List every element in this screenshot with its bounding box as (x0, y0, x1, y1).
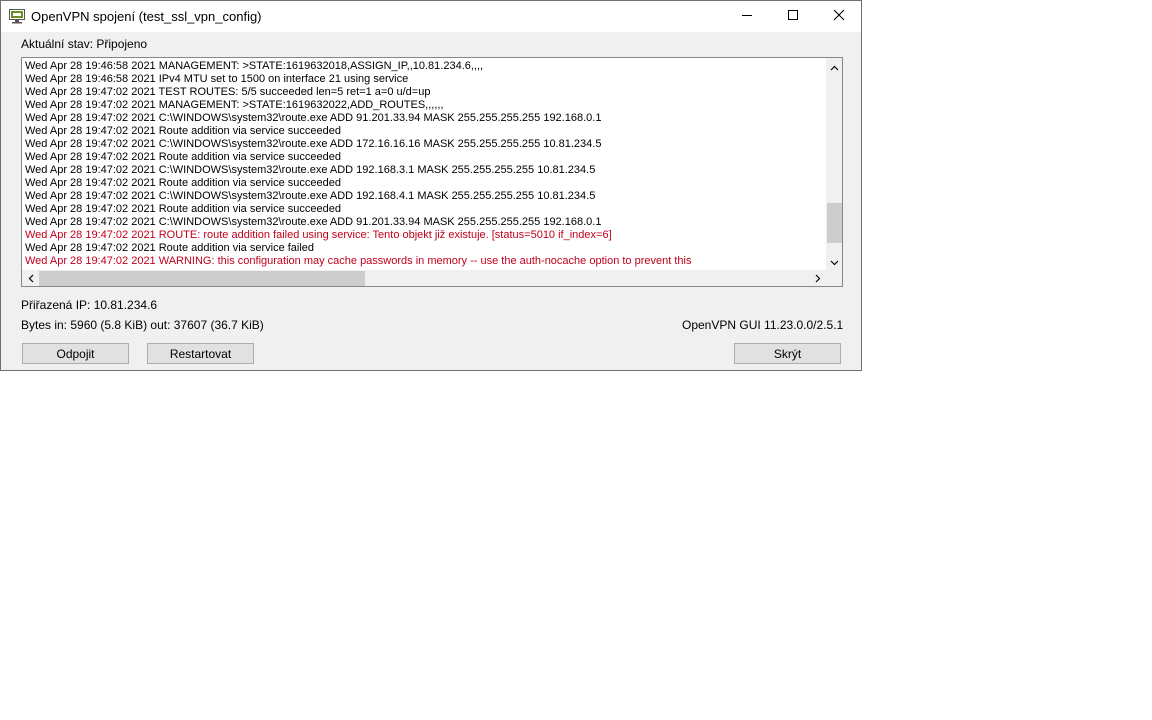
log-line: Wed Apr 28 19:46:58 2021 IPv4 MTU set to… (25, 73, 409, 85)
log-line: Wed Apr 28 19:47:02 2021 WARNING: this c… (25, 255, 692, 267)
maximize-button[interactable] (770, 1, 816, 32)
scroll-left-button[interactable] (22, 270, 39, 287)
openvpn-monitor-icon[interactable] (9, 9, 25, 24)
chevron-down-icon (830, 253, 839, 271)
log-line: Wed Apr 28 19:47:02 2021 Route addition … (25, 177, 341, 189)
disconnect-button[interactable]: Odpojit (22, 343, 129, 364)
title-bar[interactable]: OpenVPN spojení (test_ssl_vpn_config) (1, 1, 861, 32)
log-line: Wed Apr 28 19:47:02 2021 ROUTE: route ad… (25, 229, 612, 241)
maximize-icon (787, 8, 799, 26)
horizontal-scroll-thumb[interactable] (39, 271, 365, 286)
vertical-scrollbar[interactable] (826, 58, 842, 271)
log-line: Wed Apr 28 19:47:02 2021 TEST ROUTES: 5/… (25, 86, 431, 98)
assigned-ip: Přiřazená IP: 10.81.234.6 (21, 298, 158, 312)
log-line: Wed Apr 28 19:47:02 2021 C:\WINDOWS\syst… (25, 138, 602, 150)
hide-button[interactable]: Skrýt (734, 343, 841, 364)
scroll-right-button[interactable] (809, 270, 826, 287)
gui-version: OpenVPN GUI 11.23.0.0/2.5.1 (682, 318, 844, 332)
scroll-down-button[interactable] (826, 253, 842, 271)
log-line: Wed Apr 28 19:47:02 2021 MANAGEMENT: >ST… (25, 99, 444, 111)
minimize-button[interactable] (724, 1, 770, 32)
close-icon (833, 8, 845, 26)
vertical-scroll-thumb[interactable] (827, 203, 842, 243)
log-line: Wed Apr 28 19:47:02 2021 Route addition … (25, 125, 341, 137)
chevron-left-icon (28, 270, 34, 287)
scrollbar-corner (826, 270, 842, 286)
bytes-counter: Bytes in: 5960 (5.8 KiB) out: 37607 (36.… (21, 318, 264, 332)
log-lines: Wed Apr 28 19:46:58 2021 MANAGEMENT: >ST… (25, 60, 825, 268)
minimize-icon (741, 8, 753, 26)
close-button[interactable] (816, 1, 862, 32)
scroll-up-button[interactable] (826, 58, 842, 76)
chevron-up-icon (830, 58, 839, 76)
restart-button[interactable]: Restartovat (147, 343, 254, 364)
connection-status: Aktuální stav: Připojeno (21, 37, 148, 51)
log-line: Wed Apr 28 19:46:58 2021 MANAGEMENT: >ST… (25, 60, 484, 72)
log-line: Wed Apr 28 19:47:02 2021 Route addition … (25, 203, 341, 215)
chevron-right-icon (815, 270, 821, 287)
openvpn-connection-window: OpenVPN spojení (test_ssl_vpn_config) Ak… (0, 0, 862, 371)
log-line: Wed Apr 28 19:47:02 2021 C:\WINDOWS\syst… (25, 190, 596, 202)
horizontal-scrollbar[interactable] (22, 270, 826, 287)
window-title: OpenVPN spojení (test_ssl_vpn_config) (31, 9, 262, 24)
log-line: Wed Apr 28 19:47:02 2021 C:\WINDOWS\syst… (25, 216, 602, 228)
log-line: Wed Apr 28 19:47:02 2021 C:\WINDOWS\syst… (25, 164, 596, 176)
log-line: Wed Apr 28 19:47:02 2021 Route addition … (25, 242, 315, 254)
log-line: Wed Apr 28 19:47:02 2021 C:\WINDOWS\syst… (25, 112, 602, 124)
log-view[interactable]: Wed Apr 28 19:46:58 2021 MANAGEMENT: >ST… (21, 57, 843, 287)
log-line: Wed Apr 28 19:47:02 2021 Route addition … (25, 151, 341, 163)
